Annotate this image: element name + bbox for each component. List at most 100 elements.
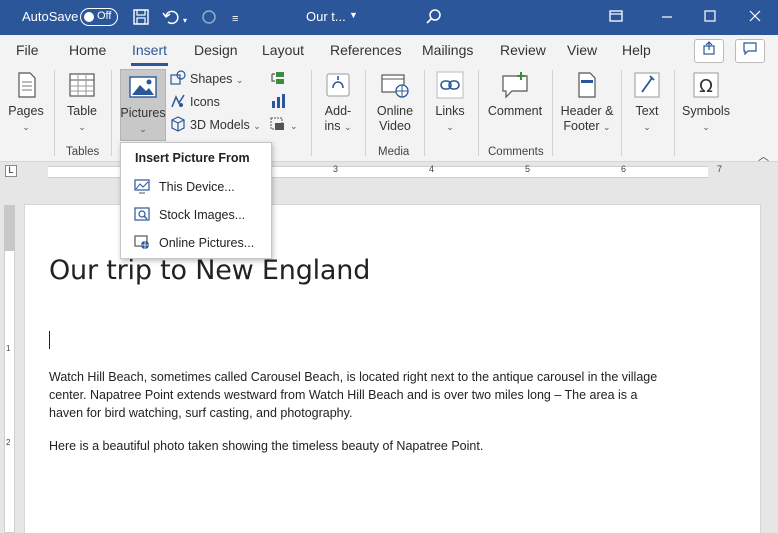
header-footer-icon: [578, 72, 596, 98]
online-video-label-1: Online: [376, 104, 414, 118]
add-ins-icon: [326, 73, 350, 97]
tab-selector[interactable]: L: [5, 165, 17, 177]
menu-heading: Insert Picture From: [135, 151, 250, 165]
menu-item-this-device[interactable]: This Device...: [121, 174, 271, 200]
svg-text:Ω: Ω: [699, 76, 713, 97]
tab-file[interactable]: File: [16, 42, 39, 58]
undo-icon[interactable]: [162, 8, 180, 31]
menu-item-stock-images[interactable]: Stock Images...: [121, 202, 271, 228]
chevron-down-icon: ⌄: [702, 122, 710, 132]
ruler-number: 7: [717, 164, 723, 174]
redo-icon: [200, 8, 218, 31]
omega-icon: Ω: [693, 72, 719, 98]
chevron-down-icon: ⌄: [78, 122, 86, 132]
tables-group-label: Tables: [66, 146, 100, 158]
document-title[interactable]: Our t...: [306, 9, 346, 24]
ruler-number: 5: [525, 164, 531, 174]
add-ins-label-1: Add-: [324, 104, 352, 118]
chevron-down-icon: ⌄: [446, 122, 454, 132]
pages-button[interactable]: Pages ⌄: [6, 70, 46, 135]
search-icon[interactable]: [425, 8, 443, 31]
smartart-button[interactable]: [270, 70, 290, 88]
comment-label: Comment: [487, 104, 543, 118]
online-pictures-icon: [134, 235, 149, 249]
menu-item-label: Stock Images...: [159, 208, 246, 222]
online-video-label-2: Video: [379, 119, 411, 133]
tab-layout[interactable]: Layout: [262, 42, 304, 58]
header-footer-button[interactable]: Header & Footer ⌄: [556, 70, 618, 135]
menu-item-label: This Device...: [159, 180, 235, 194]
group-separator: [111, 70, 112, 156]
minimize-icon[interactable]: [660, 8, 674, 29]
tab-view[interactable]: View: [567, 42, 597, 58]
vertical-ruler-margin: [4, 205, 15, 251]
title-bar: AutoSave Off ▾ ≡ Our t... ▼: [0, 0, 778, 35]
close-icon[interactable]: [748, 8, 762, 29]
ribbon-tabs: File Home Insert Design Layout Reference…: [0, 35, 778, 67]
shapes-button[interactable]: Shapes ⌄: [170, 70, 243, 88]
table-button[interactable]: Table ⌄: [62, 70, 102, 135]
save-icon[interactable]: [132, 8, 150, 31]
document-paragraph[interactable]: Here is a beautiful photo taken showing …: [49, 437, 669, 455]
chevron-down-icon: ⌄: [22, 122, 30, 132]
group-separator: [54, 70, 55, 156]
symbols-button[interactable]: Ω Symbols ⌄: [681, 70, 731, 135]
pictures-label: Pictures: [120, 106, 166, 120]
text-label: Text: [635, 104, 659, 118]
link-icon: [436, 71, 464, 99]
ruler-number: 4: [429, 164, 435, 174]
new-comment-icon: [502, 72, 528, 99]
text-cursor: [49, 331, 50, 349]
menu-item-online-pictures[interactable]: Online Pictures...: [121, 230, 271, 256]
tab-insert[interactable]: Insert: [132, 42, 167, 58]
chart-icon: [272, 94, 285, 108]
comment-button[interactable]: Comment: [484, 70, 546, 119]
customize-icon[interactable]: ≡: [232, 10, 238, 28]
document-heading[interactable]: Our trip to New England: [49, 255, 370, 286]
group-separator: [311, 70, 312, 156]
tab-references[interactable]: References: [330, 42, 402, 58]
group-separator: [552, 70, 553, 156]
online-video-icon: [381, 74, 409, 98]
tab-design[interactable]: Design: [194, 42, 238, 58]
tab-home[interactable]: Home: [69, 42, 106, 58]
3d-models-button[interactable]: 3D Models ⌄: [170, 116, 261, 134]
chart-button[interactable]: [270, 93, 290, 111]
comments-group-label: Comments: [488, 146, 544, 158]
pictures-button-content[interactable]: Pictures ⌄: [120, 72, 166, 137]
toggle-knob: [84, 11, 94, 22]
add-ins-button[interactable]: Add- ins ⌄: [318, 70, 358, 135]
picture-icon: [129, 76, 157, 98]
text-button[interactable]: Text ⌄: [627, 70, 667, 135]
smartart-icon: [271, 72, 284, 84]
chevron-down-icon: ⌄: [139, 124, 147, 134]
ribbon-display-icon[interactable]: [608, 8, 624, 29]
vertical-ruler: 1 2: [4, 205, 15, 533]
share-button[interactable]: [694, 39, 724, 63]
links-label: Links: [435, 104, 465, 118]
tab-help[interactable]: Help: [622, 42, 651, 58]
maximize-icon[interactable]: [703, 8, 717, 29]
ribbon: Pages ⌄ Table ⌄ Tables Pictures ⌄ Shapes…: [0, 67, 778, 163]
group-separator: [365, 70, 366, 156]
screenshot-button[interactable]: ⌄: [270, 116, 298, 134]
text-box-icon: [634, 72, 660, 98]
links-button[interactable]: Links ⌄: [430, 70, 470, 135]
tab-review[interactable]: Review: [500, 42, 546, 58]
autosave-label: AutoSave: [22, 9, 79, 24]
share-icon: [703, 41, 715, 55]
insert-picture-menu: Insert Picture From This Device... Stock…: [120, 142, 272, 259]
online-video-button[interactable]: Online Video: [372, 70, 418, 134]
chevron-down-icon[interactable]: ▼: [349, 10, 358, 20]
chevron-down-icon: ⌄: [343, 122, 352, 132]
symbols-label: Symbols: [682, 104, 730, 118]
shapes-label: Shapes: [190, 72, 233, 86]
autosave-toggle[interactable]: Off: [80, 8, 118, 26]
undo-dropdown-icon[interactable]: ▾: [183, 12, 187, 30]
tab-mailings[interactable]: Mailings: [422, 42, 473, 58]
icons-icon: [171, 94, 185, 108]
ruler-number: 1: [6, 344, 11, 353]
icons-button[interactable]: Icons: [170, 93, 220, 111]
comments-button[interactable]: [735, 39, 765, 63]
document-paragraph[interactable]: Watch Hill Beach, sometimes called Carou…: [49, 368, 669, 422]
